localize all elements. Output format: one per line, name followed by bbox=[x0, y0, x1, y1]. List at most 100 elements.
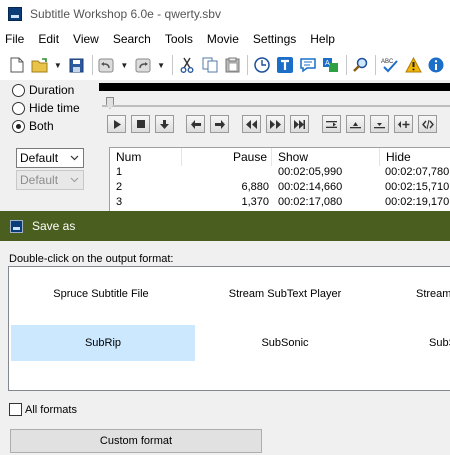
format-item-subsonic[interactable]: SubSonic bbox=[193, 325, 377, 361]
row-2-pause: 6,880 bbox=[241, 180, 269, 193]
dialog-instruction: Double-click on the output format: bbox=[9, 253, 174, 265]
shift-down-icon bbox=[374, 122, 385, 128]
time-mode-panel: Duration Hide time Both Default Default bbox=[0, 80, 97, 214]
shift-up-icon bbox=[350, 121, 361, 128]
fast-forward-button[interactable] bbox=[266, 115, 285, 133]
all-formats-checkbox-row[interactable]: All formats bbox=[9, 403, 77, 416]
format-label: Stream bbox=[416, 288, 450, 300]
row-2-show: 00:02:14,660 bbox=[278, 180, 343, 193]
code-brackets-button[interactable] bbox=[418, 115, 437, 133]
menu-bar: File Edit View Search Tools Movie Settin… bbox=[0, 28, 450, 50]
set-show-button[interactable] bbox=[322, 115, 341, 133]
svg-text:A: A bbox=[325, 60, 330, 67]
radio-hide-time-circle[interactable] bbox=[12, 101, 25, 115]
toolbar-separator bbox=[172, 55, 173, 75]
encoding-select-1-value: Default bbox=[20, 151, 59, 165]
radio-hide-time[interactable]: Hide time bbox=[12, 99, 97, 117]
back-button[interactable] bbox=[186, 115, 205, 133]
encoding-select-2: Default bbox=[16, 170, 84, 190]
all-formats-label: All formats bbox=[25, 403, 77, 416]
encoding-select-2-value: Default bbox=[20, 173, 59, 187]
format-item-spruce-subtitle-file[interactable]: Spruce Subtitle File bbox=[9, 276, 193, 312]
radio-duration[interactable]: Duration bbox=[12, 81, 97, 99]
menu-settings[interactable]: Settings bbox=[246, 32, 303, 46]
format-label: Spruce Subtitle File bbox=[53, 288, 149, 300]
copy-icon[interactable] bbox=[201, 56, 219, 74]
menu-search[interactable]: Search bbox=[106, 32, 158, 46]
add-subtitle-button[interactable] bbox=[394, 115, 413, 133]
arrow-down-icon bbox=[160, 119, 169, 129]
custom-format-button[interactable]: Custom format bbox=[10, 429, 262, 453]
undo-dropdown-icon[interactable]: ▼ bbox=[120, 56, 128, 74]
menu-file[interactable]: File bbox=[0, 32, 31, 46]
menu-help[interactable]: Help bbox=[303, 32, 342, 46]
format-item-stream-subtext-player[interactable]: Stream SubText Player bbox=[193, 276, 377, 312]
format-item-stream[interactable]: Stream bbox=[377, 276, 450, 312]
step-down-button[interactable] bbox=[155, 115, 174, 133]
radio-both[interactable]: Both bbox=[12, 117, 97, 135]
row-3-num: 3 bbox=[116, 195, 123, 208]
open-folder-icon[interactable] bbox=[31, 56, 49, 74]
all-formats-checkbox[interactable] bbox=[9, 403, 22, 416]
encoding-select-1[interactable]: Default bbox=[16, 148, 84, 168]
format-label: SubS bbox=[429, 337, 450, 349]
menu-edit[interactable]: Edit bbox=[31, 32, 66, 46]
dialog-titlebar: Save as bbox=[0, 211, 450, 241]
undo-icon[interactable] bbox=[98, 56, 116, 74]
speech-bubble-icon[interactable] bbox=[299, 56, 317, 74]
menu-tools[interactable]: Tools bbox=[158, 32, 200, 46]
subtitle-list[interactable]: Num Pause Show Hide 1 00:02:05,990 00:02… bbox=[109, 147, 450, 214]
shift-up-button[interactable] bbox=[346, 115, 365, 133]
format-list[interactable]: Spruce Subtitle File Stream SubText Play… bbox=[8, 266, 450, 391]
play-icon bbox=[113, 119, 121, 129]
arrow-right-icon bbox=[214, 119, 225, 129]
stop-button[interactable] bbox=[131, 115, 150, 133]
forward-button[interactable] bbox=[210, 115, 229, 133]
dropdown-arrow-icon[interactable]: ▼ bbox=[54, 56, 62, 74]
search-magnifier-icon[interactable] bbox=[352, 56, 370, 74]
menu-movie[interactable]: Movie bbox=[200, 32, 246, 46]
info-icon[interactable] bbox=[427, 56, 445, 74]
cut-icon[interactable] bbox=[178, 56, 196, 74]
fast-forward-icon bbox=[270, 119, 281, 129]
play-button[interactable] bbox=[107, 115, 126, 133]
subtitle-workshop-app-icon bbox=[8, 7, 22, 21]
main-titlebar: Subtitle Workshop 6.0e - qwerty.sbv bbox=[0, 0, 450, 28]
dialog-title: Save as bbox=[32, 219, 76, 233]
seek-track[interactable] bbox=[102, 105, 450, 107]
translate-icon[interactable]: A bbox=[322, 56, 340, 74]
radio-hide-time-label: Hide time bbox=[29, 101, 80, 115]
toolbar-separator bbox=[375, 55, 377, 75]
spellcheck-icon[interactable]: ABC bbox=[381, 56, 399, 74]
text-t-icon[interactable] bbox=[276, 56, 294, 74]
rewind-button[interactable] bbox=[242, 115, 261, 133]
radio-both-circle[interactable] bbox=[12, 119, 25, 133]
warning-icon[interactable] bbox=[404, 56, 422, 74]
save-as-dialog: Save as Double-click on the output forma… bbox=[0, 211, 450, 455]
row-3-hide: 00:02:19,170 bbox=[385, 195, 450, 208]
row-3-show: 00:02:17,080 bbox=[278, 195, 343, 208]
rewind-icon bbox=[246, 119, 257, 129]
spellcheck-label: ABC bbox=[381, 59, 394, 65]
format-item-subs[interactable]: SubS bbox=[377, 325, 450, 361]
radio-duration-circle[interactable] bbox=[12, 83, 25, 97]
radio-duration-label: Duration bbox=[29, 83, 75, 97]
menu-view[interactable]: View bbox=[66, 32, 106, 46]
clock-icon[interactable] bbox=[253, 56, 271, 74]
save-icon[interactable] bbox=[68, 56, 86, 74]
main-window-title: Subtitle Workshop 6.0e - qwerty.sbv bbox=[30, 7, 221, 21]
seek-slider-thumb[interactable] bbox=[106, 97, 114, 109]
code-brackets-icon bbox=[421, 119, 434, 129]
toolbar-separator bbox=[91, 55, 93, 75]
paste-icon[interactable] bbox=[224, 56, 242, 74]
skip-next-button[interactable] bbox=[290, 115, 309, 133]
format-item-subrip[interactable]: SubRip bbox=[11, 325, 195, 361]
shift-down-button[interactable] bbox=[370, 115, 389, 133]
row-1-hide: 00:02:07,780 bbox=[385, 165, 450, 178]
redo-icon[interactable] bbox=[134, 56, 152, 74]
redo-dropdown-icon[interactable]: ▼ bbox=[157, 56, 165, 74]
row-2-num: 2 bbox=[116, 180, 123, 193]
format-label: Stream SubText Player bbox=[228, 288, 342, 300]
new-file-icon[interactable] bbox=[8, 56, 26, 74]
chevron-down-icon bbox=[70, 173, 79, 190]
